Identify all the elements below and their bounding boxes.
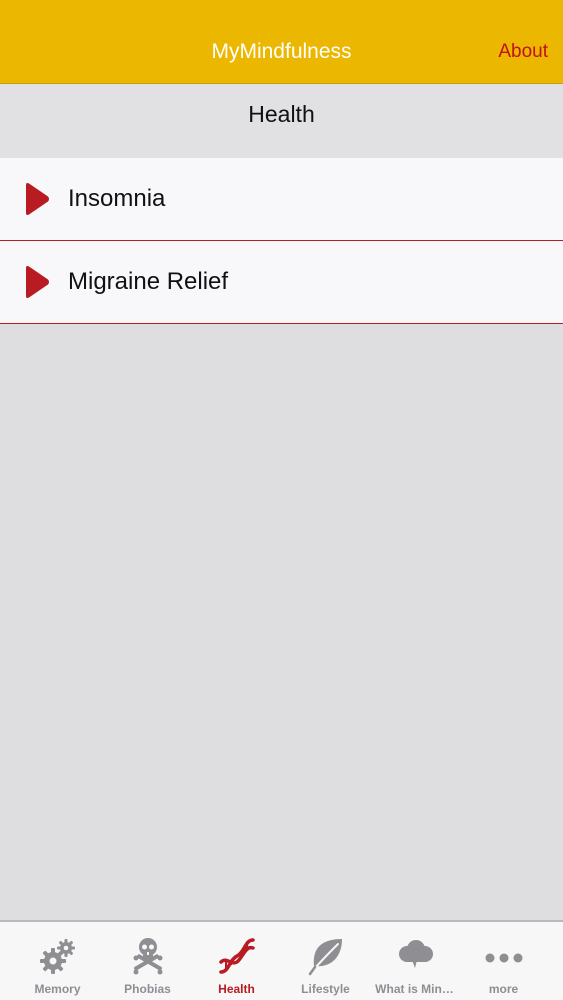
about-button[interactable]: About [498, 38, 548, 66]
tab-phobias[interactable]: Phobias [103, 922, 192, 1000]
tab-label: Lifestyle [301, 982, 350, 996]
tab-memory[interactable]: Memory [13, 922, 102, 1000]
leaf-icon [308, 939, 342, 976]
tab-label: Health [218, 982, 255, 996]
tab-label: What is Min… [375, 982, 454, 996]
gears-icon [39, 939, 75, 974]
app-title: MyMindfulness [211, 40, 352, 63]
tab-label: more [488, 982, 519, 996]
navigation-bar: MyMindfulness About [0, 0, 563, 84]
cloud-icon [398, 940, 433, 968]
list-item-migraine-relief[interactable]: Migraine Relief [0, 241, 563, 324]
list-item-label: Insomnia [68, 185, 166, 212]
tab-more[interactable]: more [459, 922, 548, 1000]
skull-icon [133, 938, 162, 975]
tab-bar: Memory Phobias Health Lifestyle What is … [0, 920, 563, 1000]
tab-what-is-mindfulness[interactable]: What is Min… [370, 922, 459, 1000]
item-list: Insomnia Migraine Relief [0, 158, 563, 324]
tab-lifestyle[interactable]: Lifestyle [281, 922, 370, 1000]
play-icon [26, 183, 49, 215]
tab-label: Phobias [124, 982, 171, 996]
dna-icon [218, 938, 255, 974]
more-icon [485, 953, 522, 963]
tab-health[interactable]: Health [192, 922, 281, 1000]
list-item-insomnia[interactable]: Insomnia [0, 158, 563, 241]
tab-label: Memory [34, 982, 81, 996]
list-item-label: Migraine Relief [68, 268, 229, 295]
section-title: Health [248, 101, 315, 127]
play-icon [26, 266, 49, 298]
